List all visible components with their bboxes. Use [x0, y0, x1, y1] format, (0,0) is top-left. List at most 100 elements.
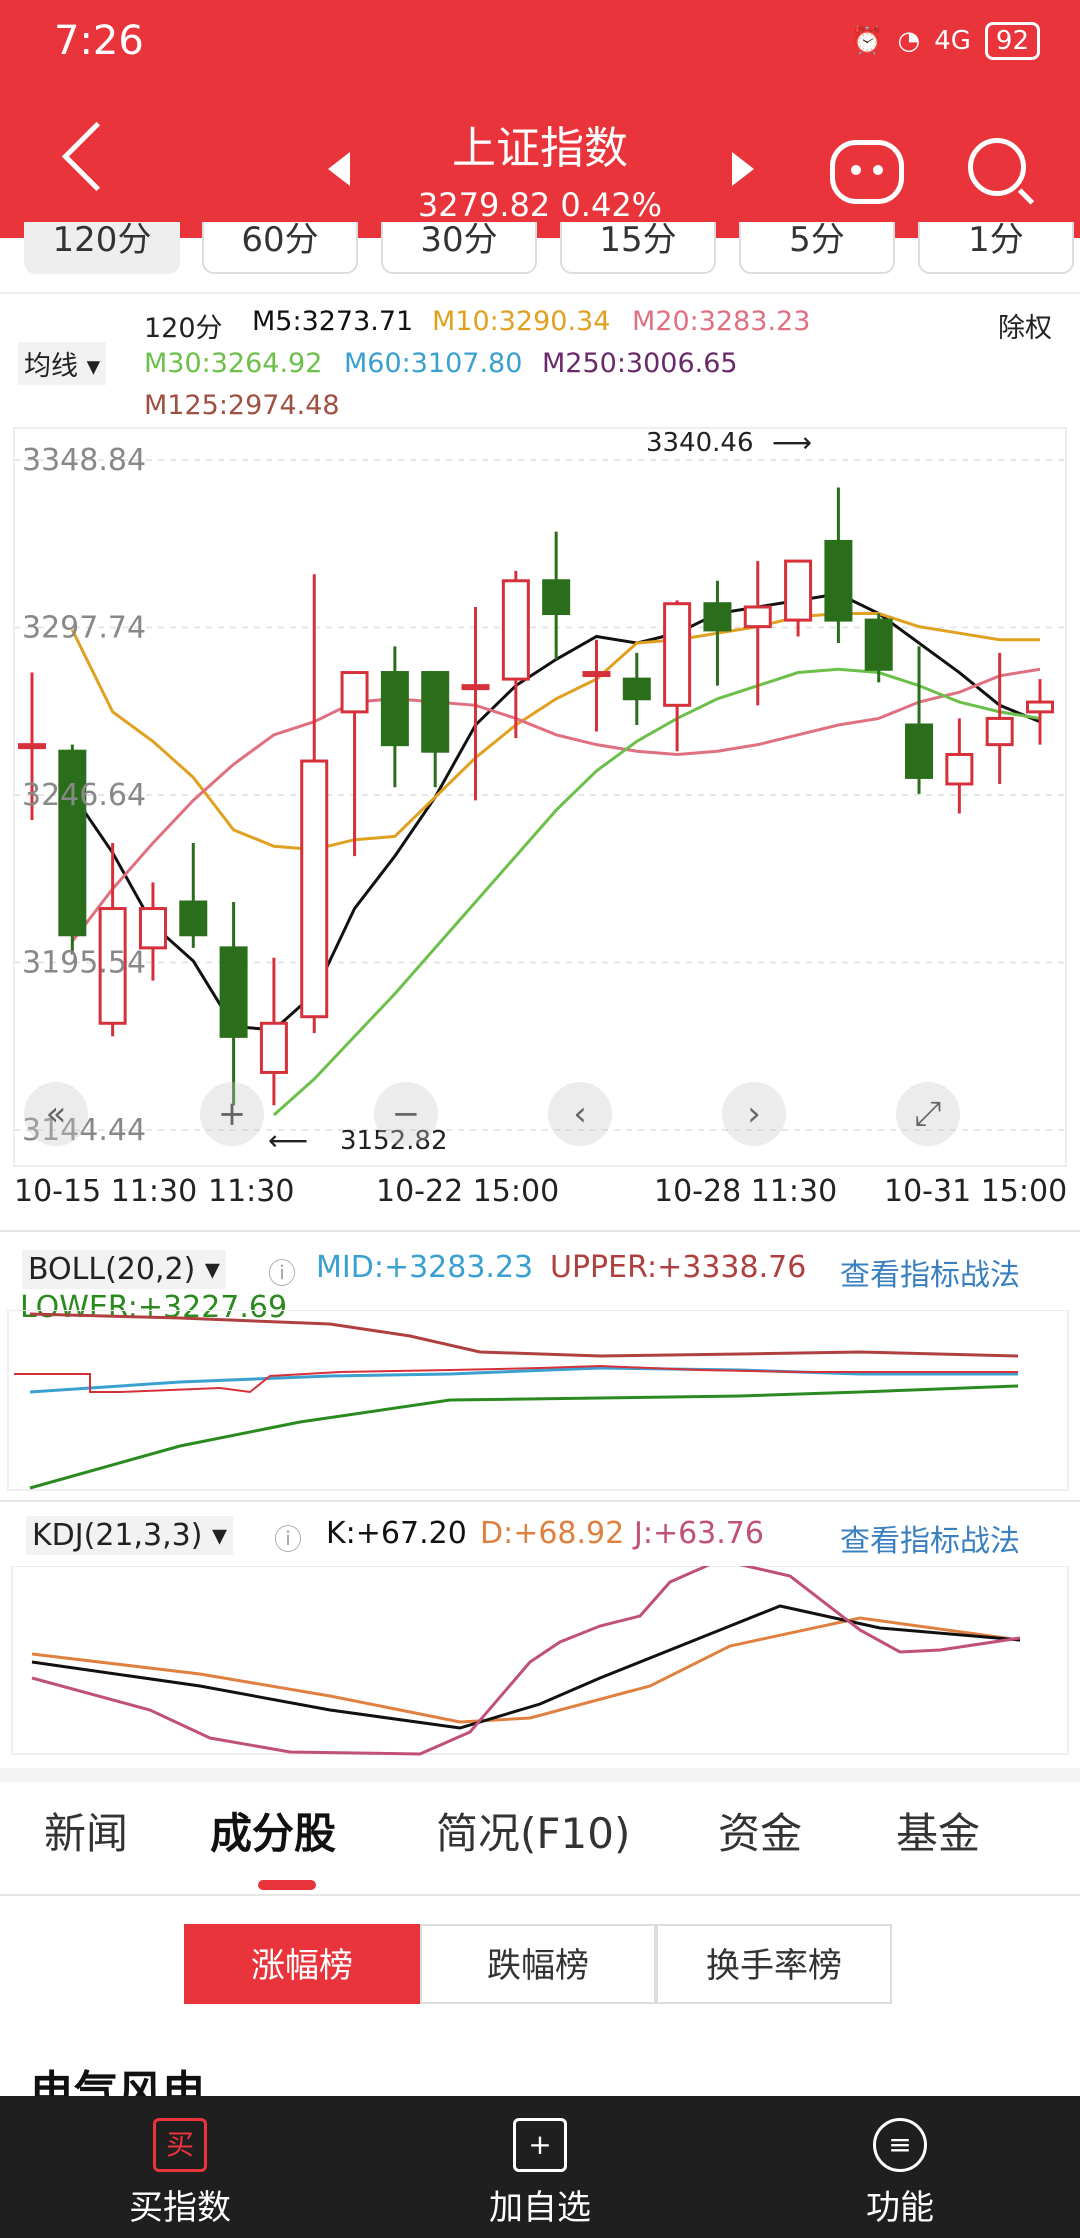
ma125-value: M125:2974.48	[144, 390, 340, 421]
chevron-down-icon: ▾	[86, 351, 101, 382]
tab-period-1[interactable]: 1分	[918, 222, 1074, 274]
scroll-left-icon[interactable]: ‹	[548, 1082, 612, 1146]
kdj-k: K:+67.20	[326, 1516, 467, 1551]
battery-icon: 92	[984, 22, 1040, 60]
segment-gainers[interactable]: 涨幅榜	[184, 1924, 420, 2004]
candle-down	[864, 618, 893, 671]
candle-up	[582, 671, 611, 678]
tab-news[interactable]: 新闻	[44, 1800, 128, 1861]
tab-constituents[interactable]: 成分股	[210, 1800, 336, 1861]
x-tick-1: 10-15 11:30	[14, 1174, 198, 1209]
boll-selector[interactable]: BOLL(20,2) ▾	[22, 1250, 226, 1289]
rewind-icon[interactable]: «	[24, 1082, 88, 1146]
candle-down	[542, 579, 571, 616]
kdj-j-line	[31, 1566, 1021, 1756]
chevron-down-icon: ▾	[204, 1252, 220, 1287]
network-label: 4G	[934, 26, 971, 56]
functions-button[interactable]: ≡ 功能	[780, 2096, 1020, 2229]
tab-period-120[interactable]: 120分	[24, 222, 180, 274]
fullscreen-icon[interactable]: ⤢	[896, 1082, 960, 1146]
buy-icon: 买	[153, 2118, 207, 2172]
status-time: 7:26	[54, 18, 144, 64]
y-tick-label: 3195.54	[22, 946, 146, 981]
bottom-nav: 买 买指数 + 加自选 ≡ 功能	[0, 2096, 1080, 2238]
candle-down	[179, 900, 208, 937]
help-icon[interactable]: ⓘ	[268, 1252, 296, 1292]
candle-up	[501, 579, 530, 681]
tab-period-5[interactable]: 5分	[739, 222, 895, 274]
candle-up	[18, 743, 46, 750]
plus-icon: +	[513, 2118, 567, 2172]
active-tab-indicator	[258, 1880, 316, 1890]
candle-up	[663, 602, 692, 707]
ma10-value: M10:3290.34	[432, 306, 611, 337]
divider	[0, 292, 1080, 294]
adjust-toggle[interactable]: 除权	[998, 306, 1052, 345]
help-icon[interactable]: ⓘ	[274, 1518, 302, 1558]
y-tick-label: 3246.64	[22, 778, 146, 813]
y-tick-label: 3297.74	[22, 611, 146, 646]
ma250-value: M250:3006.65	[542, 348, 738, 379]
ma-selector[interactable]: 均线 ▾	[18, 342, 107, 385]
candle-down	[421, 671, 450, 753]
arrow-left-icon: ⟵	[268, 1124, 309, 1157]
candle-up	[743, 605, 772, 629]
chevron-down-icon: ▾	[212, 1518, 228, 1553]
kdj-j: J:+63.76	[634, 1516, 764, 1551]
add-watchlist-label: 加自选	[489, 2188, 591, 2228]
kdj-chart	[11, 1566, 1069, 1756]
ma20-value: M20:3283.23	[632, 306, 811, 337]
search-icon[interactable]	[968, 138, 1026, 196]
tab-period-15[interactable]: 15分	[560, 222, 716, 274]
buy-index-label: 买指数	[129, 2188, 231, 2228]
zoom-in-icon[interactable]: +	[200, 1082, 264, 1146]
menu-icon: ≡	[873, 2118, 927, 2172]
segment-losers[interactable]: 跌幅榜	[420, 1924, 656, 2004]
candle-up	[985, 716, 1014, 747]
add-watchlist-button[interactable]: + 加自选	[420, 2096, 660, 2229]
kdj-d-line	[31, 1616, 1021, 1724]
candle-up	[784, 559, 813, 622]
boll-upper-line	[29, 1312, 1019, 1358]
high-marker-label: 3340.46	[646, 428, 754, 458]
candle-down	[219, 946, 248, 1038]
scroll-right-icon[interactable]: ›	[722, 1082, 786, 1146]
ma60-value: M60:3107.80	[344, 348, 523, 379]
candle-up	[945, 752, 974, 786]
tab-f10[interactable]: 简况(F10)	[436, 1800, 630, 1861]
chart-period-label: 120分	[144, 313, 223, 344]
section-gap	[0, 1768, 1080, 1782]
boll-upper: UPPER:+3338.76	[550, 1250, 807, 1285]
candle-up	[138, 907, 167, 950]
boll-selector-label: BOLL(20,2)	[28, 1252, 196, 1287]
chart-frame	[13, 427, 1067, 1167]
boll-mid: MID:+3283.23	[316, 1250, 534, 1285]
tab-period-60[interactable]: 60分	[202, 222, 358, 274]
divider	[0, 1500, 1080, 1502]
ma-selector-label: 均线	[24, 351, 78, 382]
x-tick-4: 10-28 11:30	[654, 1174, 838, 1209]
candle-up	[461, 684, 490, 691]
tab-period-30[interactable]: 30分	[381, 222, 537, 274]
candle-up	[300, 759, 329, 1019]
tab-fund[interactable]: 基金	[896, 1800, 980, 1861]
segment-turnover[interactable]: 换手率榜	[656, 1924, 892, 2004]
boll-strategy-link[interactable]: 查看指标战法	[840, 1250, 1020, 1294]
zoom-out-icon[interactable]: −	[374, 1082, 438, 1146]
boll-chart	[7, 1310, 1069, 1491]
candle-up	[1026, 700, 1054, 714]
candle-down	[703, 602, 732, 632]
y-tick-label: 3348.84	[22, 443, 146, 478]
buy-index-button[interactable]: 买 买指数	[60, 2096, 300, 2229]
divider	[0, 1230, 1080, 1232]
divider	[0, 1894, 1080, 1896]
kdj-selector-label: KDJ(21,3,3)	[32, 1518, 203, 1553]
alarm-icon: ⏰	[851, 26, 884, 56]
kdj-strategy-link[interactable]: 查看指标战法	[840, 1516, 1020, 1560]
assistant-robot-icon[interactable]	[830, 140, 904, 204]
ma-line-m20	[71, 667, 1041, 943]
kdj-selector[interactable]: KDJ(21,3,3) ▾	[26, 1516, 234, 1555]
tab-funds-flow[interactable]: 资金	[718, 1800, 802, 1861]
candle-up	[259, 1021, 288, 1074]
candle-down	[905, 723, 934, 779]
